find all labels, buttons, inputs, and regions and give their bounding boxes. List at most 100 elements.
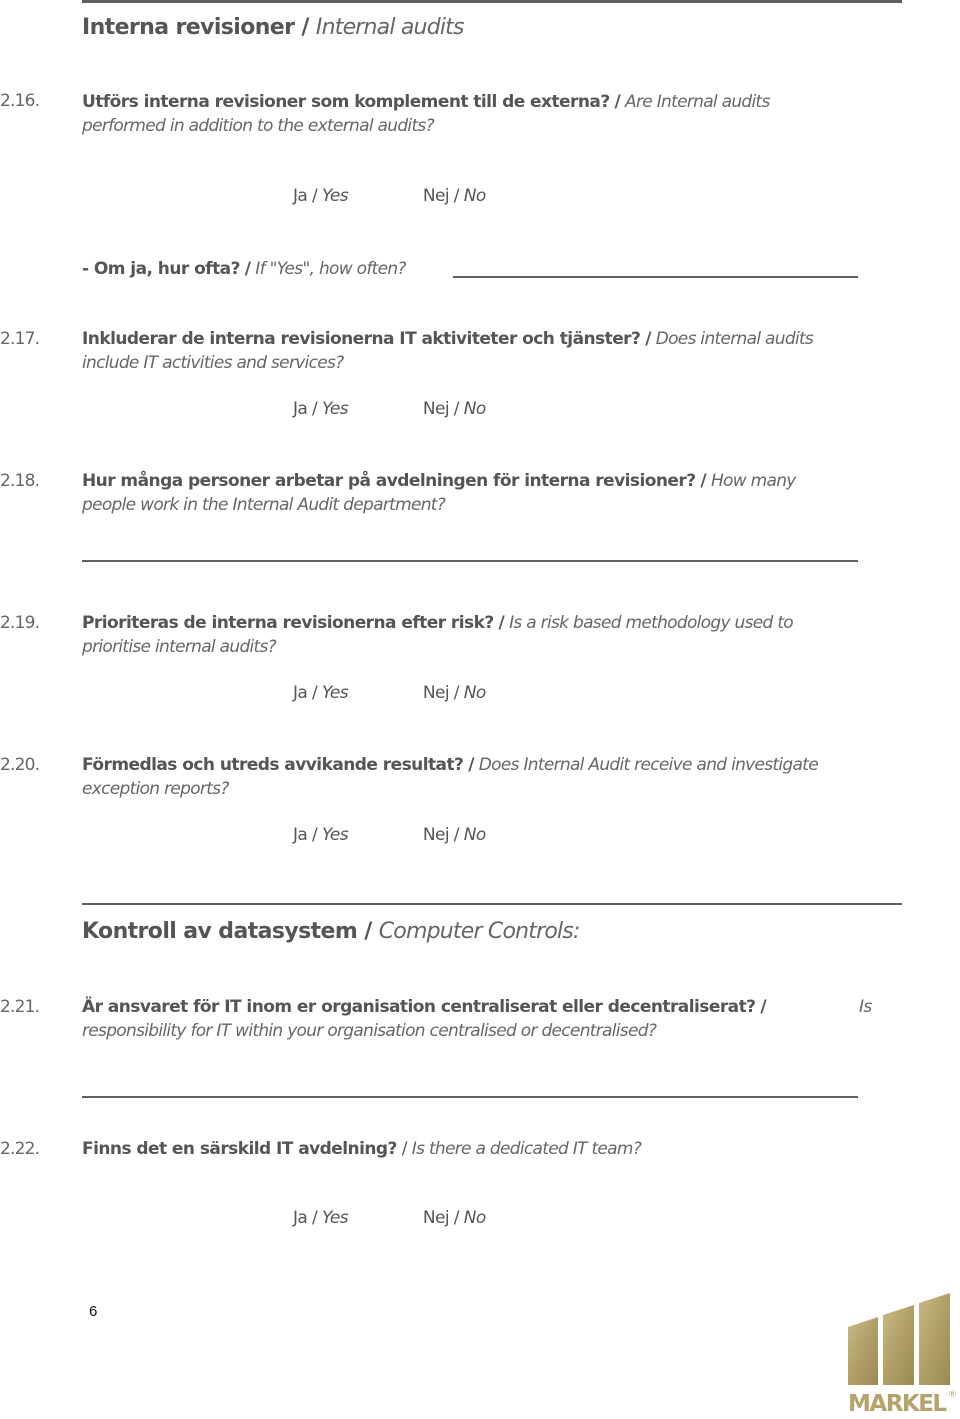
question-separator: / [468, 755, 474, 775]
answer-no[interactable]: Nej / No [423, 186, 486, 206]
yes-sv: Ja [293, 1208, 308, 1228]
followup-how-often: - Om ja, hur ofta? / If "Yes", how often… [82, 257, 406, 281]
section-heading-internal-audits: Interna revisioner / Internal audits [82, 15, 464, 40]
followup-text-sv: - Om ja, hur ofta? [82, 259, 240, 279]
question-number: 2.17. [0, 329, 40, 349]
answer-options-2-20: Ja / Yes Nej / No [293, 825, 486, 845]
question-text-en: Is [859, 997, 872, 1017]
section-separator: / [301, 15, 309, 40]
answer-yes[interactable]: Ja / Yes [293, 683, 349, 703]
answer-sep: / [453, 1208, 460, 1228]
logo-wordmark: MARKEL [848, 1391, 947, 1415]
answer-line-staff-count[interactable] [82, 560, 858, 562]
answer-line-how-often[interactable] [453, 276, 858, 278]
question-text-en-cont: include IT activities and services? [82, 353, 344, 373]
answer-sep: / [453, 683, 460, 703]
answer-yes[interactable]: Ja / Yes [293, 1208, 349, 1228]
question-separator: / [645, 329, 651, 349]
answer-no[interactable]: Nej / No [423, 825, 486, 845]
section-title-sv: Interna revisioner [82, 15, 295, 40]
question-text-en: Does Internal Audit receive and investig… [478, 755, 819, 775]
answer-no[interactable]: Nej / No [423, 683, 486, 703]
question-number: 2.19. [0, 613, 40, 633]
markel-logo: MARKEL ® [848, 1285, 958, 1417]
question-text-en-cont: performed in addition to the external au… [82, 116, 435, 136]
yes-en: Yes [322, 186, 349, 206]
registered-mark: ® [948, 1390, 957, 1400]
yes-sv: Ja [293, 399, 308, 419]
question-text-en: How many [710, 471, 796, 491]
answer-sep: / [312, 1208, 318, 1228]
no-sv: Nej [422, 399, 450, 419]
question-2-22: Finns det en särskild IT avdelning? / Is… [82, 1137, 642, 1161]
no-en: No [463, 186, 487, 206]
yes-en: Yes [322, 825, 349, 845]
question-separator: / [401, 1139, 408, 1159]
question-number: 2.18. [0, 471, 40, 491]
section-separator: / [364, 919, 372, 944]
answer-line-it-responsibility[interactable] [82, 1096, 858, 1098]
question-text-en: Is there a dedicated IT team? [411, 1139, 642, 1159]
question-text-en: Are Internal audits [625, 92, 770, 112]
yes-sv: Ja [293, 683, 308, 703]
markel-logo-mark-icon: MARKEL ® [848, 1293, 957, 1417]
section-heading-computer-controls: Kontroll av datasystem / Computer Contro… [82, 919, 580, 944]
question-2-21: Är ansvaret för IT inom er organisation … [82, 995, 872, 1043]
question-text-en: Is a risk based methodology used to [509, 613, 794, 633]
question-separator: / [498, 613, 505, 633]
section-title-en: Internal audits [315, 15, 465, 40]
question-text-en-cont: people work in the Internal Audit depart… [82, 495, 446, 515]
answer-sep: / [453, 186, 460, 206]
section-title-sv: Kontroll av datasystem [82, 919, 358, 944]
answer-no[interactable]: Nej / No [423, 399, 486, 419]
question-text-en-cont: prioritise internal audits? [82, 637, 277, 657]
answer-sep: / [312, 186, 318, 206]
answer-yes[interactable]: Ja / Yes [293, 186, 349, 206]
question-2-17: Inkluderar de interna revisionerna IT ak… [82, 327, 814, 375]
answer-yes[interactable]: Ja / Yes [293, 825, 349, 845]
no-en: No [463, 1208, 487, 1228]
question-text-sv: Förmedlas och utreds avvikande resultat? [82, 755, 464, 775]
question-text-sv: Utförs interna revisioner som komplement… [82, 92, 610, 112]
no-sv: Nej [422, 825, 450, 845]
yes-sv: Ja [293, 825, 308, 845]
question-text-sv: Prioriteras de interna revisionerna efte… [82, 613, 494, 633]
answer-sep: / [312, 683, 318, 703]
answer-sep: / [453, 825, 460, 845]
no-sv: Nej [422, 186, 450, 206]
question-text-sv: Finns det en särskild IT avdelning? [82, 1139, 397, 1159]
no-en: No [463, 399, 487, 419]
answer-options-2-17: Ja / Yes Nej / No [293, 399, 486, 419]
no-en: No [463, 825, 487, 845]
question-2-16: Utförs interna revisioner som komplement… [82, 90, 770, 138]
question-separator: / [760, 997, 767, 1017]
question-number: 2.21. [0, 997, 40, 1017]
followup-separator: / [244, 259, 251, 279]
question-number: 2.16. [0, 91, 40, 111]
answer-no[interactable]: Nej / No [423, 1208, 486, 1228]
question-text-sv: Inkluderar de interna revisionerna IT ak… [82, 329, 641, 349]
question-text-en: Does internal audits [655, 329, 814, 349]
answer-yes[interactable]: Ja / Yes [293, 399, 349, 419]
question-2-19: Prioriteras de interna revisionerna efte… [82, 611, 794, 659]
answer-options-2-16: Ja / Yes Nej / No [293, 186, 486, 206]
yes-en: Yes [322, 1208, 349, 1228]
no-en: No [463, 683, 487, 703]
question-2-18: Hur många personer arbetar på avdelninge… [82, 469, 796, 517]
no-sv: Nej [422, 1208, 450, 1228]
question-text-sv: Är ansvaret för IT inom er organisation … [82, 997, 756, 1017]
section-title-suffix: : [572, 919, 580, 944]
top-rule [82, 0, 902, 3]
followup-text-en: If "Yes", how often? [255, 259, 406, 279]
yes-sv: Ja [293, 186, 308, 206]
question-text-en-cont: exception reports? [82, 779, 229, 799]
yes-en: Yes [322, 399, 349, 419]
question-2-20: Förmedlas och utreds avvikande resultat?… [82, 753, 819, 801]
question-number: 2.22. [0, 1139, 40, 1159]
question-separator: / [700, 471, 707, 491]
answer-sep: / [312, 825, 318, 845]
question-text-sv: Hur många personer arbetar på avdelninge… [82, 471, 696, 491]
question-number: 2.20. [0, 755, 40, 775]
answer-sep: / [312, 399, 318, 419]
section-rule [82, 903, 902, 905]
